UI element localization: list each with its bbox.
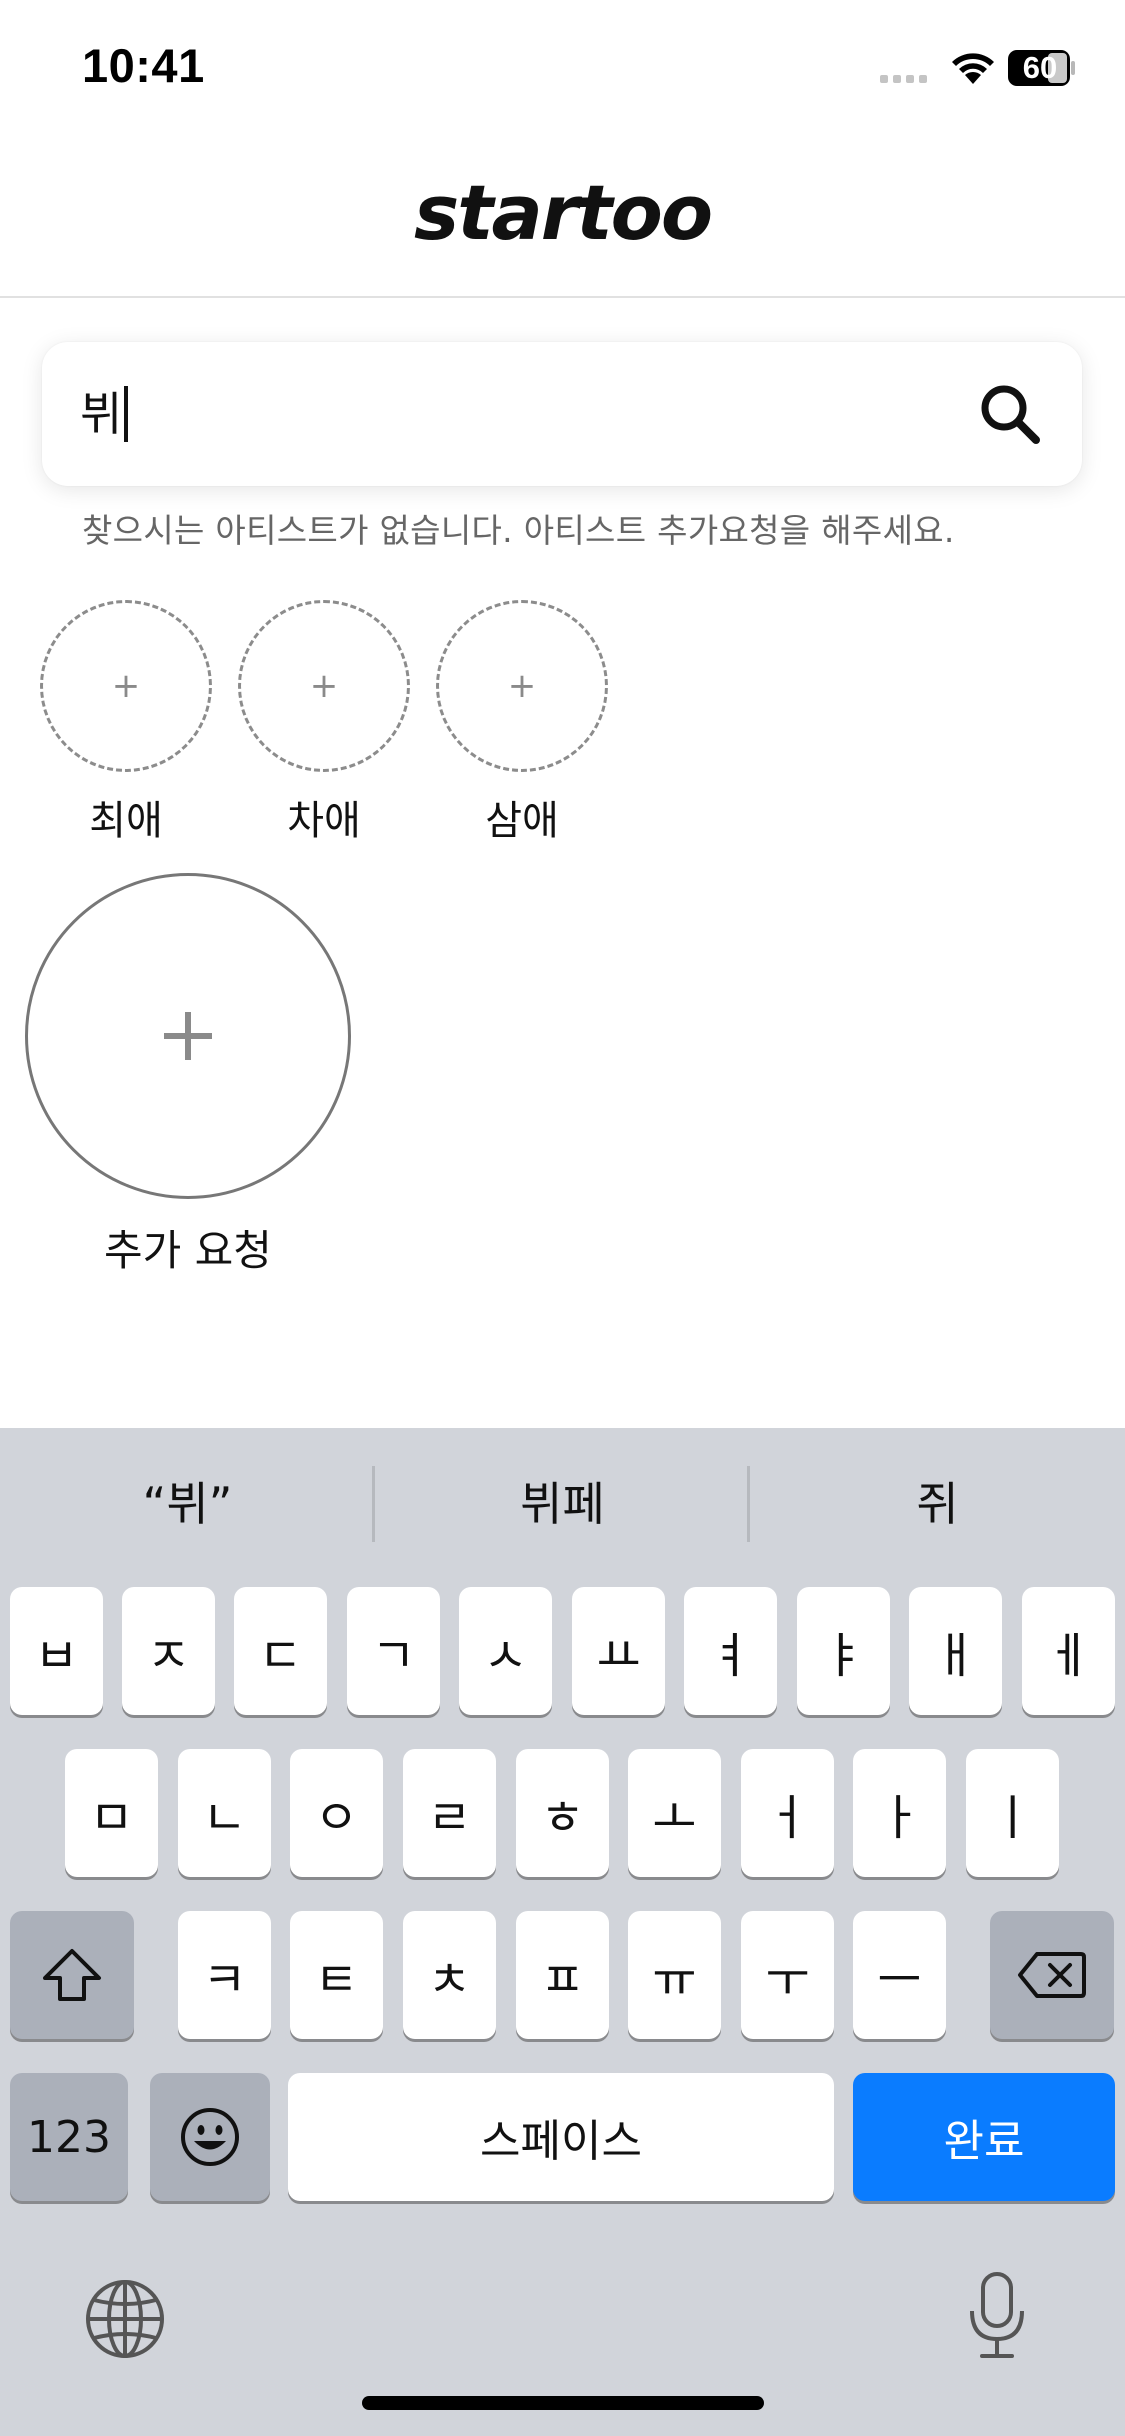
plus-icon: + bbox=[309, 666, 339, 706]
key[interactable]: ㅑ bbox=[797, 1587, 890, 1715]
key[interactable]: ㄴ bbox=[178, 1749, 271, 1877]
suggestion-item[interactable]: 쥐 bbox=[750, 1464, 1125, 1544]
key[interactable]: ㄹ bbox=[403, 1749, 496, 1877]
emoji-key[interactable] bbox=[150, 2073, 270, 2201]
search-box[interactable]: 뷔 bbox=[42, 342, 1082, 486]
search-input-value: 뷔 bbox=[80, 387, 123, 441]
slot-favorite-1[interactable]: + 최애 bbox=[40, 600, 212, 846]
key[interactable]: ㅓ bbox=[741, 1749, 834, 1877]
slot-favorite-2[interactable]: + 차애 bbox=[238, 600, 410, 846]
slot-label: 최애 bbox=[89, 798, 163, 844]
status-bar: 10:41 60 bbox=[0, 0, 1125, 140]
empty-result-message: 찾으시는 아티스트가 없습니다. 아티스트 추가요청을 해주세요. bbox=[82, 511, 955, 550]
home-indicator bbox=[362, 2396, 764, 2410]
key[interactable]: ㅅ bbox=[459, 1587, 552, 1715]
cellular-signal-icon bbox=[880, 75, 927, 83]
key[interactable]: ㄱ bbox=[347, 1587, 440, 1715]
slot-add-circle[interactable]: + bbox=[436, 600, 608, 772]
key[interactable]: ㅏ bbox=[853, 1749, 946, 1877]
shift-icon bbox=[43, 1949, 101, 2001]
globe-icon[interactable] bbox=[84, 2278, 166, 2360]
backspace-icon bbox=[1018, 1952, 1086, 1998]
suggestion-item[interactable]: “뷔” bbox=[0, 1464, 375, 1544]
slot-add-circle[interactable]: + bbox=[40, 600, 212, 772]
key[interactable]: ㅌ bbox=[290, 1911, 383, 2039]
search-icon[interactable] bbox=[978, 382, 1042, 446]
key[interactable]: ㅊ bbox=[403, 1911, 496, 2039]
key[interactable]: ㅇ bbox=[290, 1749, 383, 1877]
emoji-icon bbox=[181, 2108, 239, 2166]
key[interactable]: ㅠ bbox=[628, 1911, 721, 2039]
battery-level: 60 bbox=[1022, 50, 1058, 85]
slot-label: 차애 bbox=[287, 798, 361, 844]
key[interactable]: ㅛ bbox=[572, 1587, 665, 1715]
text-caret bbox=[124, 386, 129, 442]
key[interactable]: ㅈ bbox=[122, 1587, 215, 1715]
key[interactable]: ㅎ bbox=[516, 1749, 609, 1877]
key[interactable]: ㅕ bbox=[684, 1587, 777, 1715]
key[interactable]: ㅂ bbox=[10, 1587, 103, 1715]
space-key[interactable]: 스페이스 bbox=[288, 2073, 834, 2201]
done-key[interactable]: 완료 bbox=[853, 2073, 1115, 2201]
plus-icon: + bbox=[507, 666, 537, 706]
slot-label: 삼애 bbox=[485, 798, 559, 844]
key[interactable]: ㅐ bbox=[909, 1587, 1002, 1715]
suggestion-item[interactable]: 뷔페 bbox=[375, 1464, 750, 1544]
microphone-icon[interactable] bbox=[966, 2271, 1028, 2361]
key[interactable]: ㅔ bbox=[1022, 1587, 1115, 1715]
key[interactable]: ㅗ bbox=[628, 1749, 721, 1877]
app-header: startoo bbox=[0, 140, 1125, 298]
shift-key[interactable] bbox=[10, 1911, 134, 2039]
status-time: 10:41 bbox=[82, 39, 205, 92]
add-request-button[interactable]: 추가 요청 bbox=[25, 873, 351, 1278]
numbers-key[interactable]: 123 bbox=[10, 2073, 128, 2201]
key[interactable]: ㅣ bbox=[966, 1749, 1059, 1877]
plus-icon: + bbox=[111, 666, 141, 706]
key[interactable]: ㅜ bbox=[741, 1911, 834, 2039]
add-request-circle[interactable] bbox=[25, 873, 351, 1199]
key[interactable]: ㅡ bbox=[853, 1911, 946, 2039]
wifi-icon bbox=[952, 53, 994, 84]
key[interactable]: ㄷ bbox=[234, 1587, 327, 1715]
add-request-label: 추가 요청 bbox=[104, 1226, 272, 1275]
keyboard: “뷔” 뷔페 쥐 ㅂ ㅈ ㄷ ㄱ ㅅ ㅛ ㅕ ㅑ ㅐ ㅔ ㅁ ㄴ ㅇ ㄹ ㅎ ㅗ… bbox=[0, 1428, 1125, 2436]
slot-favorite-3[interactable]: + 삼애 bbox=[436, 600, 608, 846]
key[interactable]: ㅁ bbox=[65, 1749, 158, 1877]
search-input[interactable]: 뷔 bbox=[80, 386, 129, 442]
key[interactable]: ㅋ bbox=[178, 1911, 271, 2039]
plus-icon bbox=[164, 1012, 212, 1060]
backspace-key[interactable] bbox=[990, 1911, 1114, 2039]
suggestion-bar: “뷔” 뷔페 쥐 bbox=[0, 1428, 1125, 1578]
slot-add-circle[interactable]: + bbox=[238, 600, 410, 772]
key[interactable]: ㅍ bbox=[516, 1911, 609, 2039]
app-logo: startoo bbox=[413, 168, 713, 257]
